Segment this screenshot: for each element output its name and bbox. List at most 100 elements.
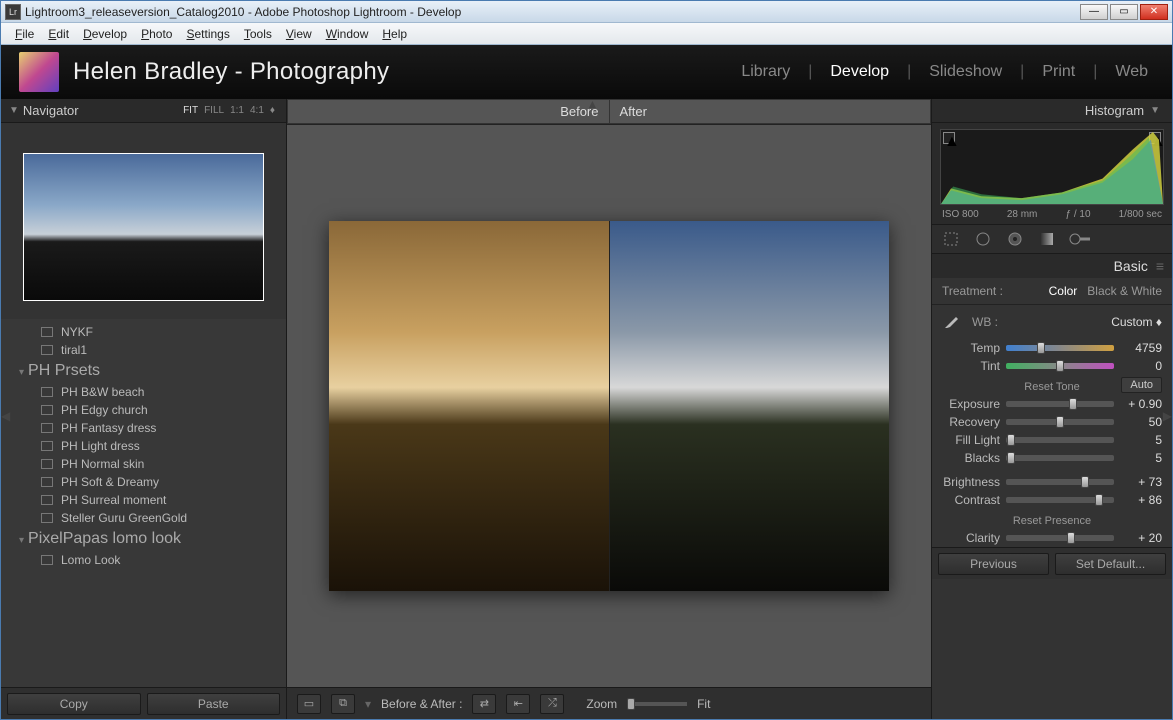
preset-item[interactable]: NYKF — [1, 323, 286, 341]
preset-icon — [41, 345, 53, 355]
tone-slider[interactable] — [1006, 437, 1114, 443]
zoom-slider[interactable] — [627, 702, 687, 706]
top-panel-toggle[interactable]: ▲ — [587, 99, 599, 111]
right-panel-toggle[interactable]: ▶ — [1163, 409, 1172, 423]
menu-help[interactable]: Help — [376, 25, 413, 43]
temp-slider[interactable] — [1006, 345, 1114, 351]
preset-item[interactable]: tiral1 — [1, 341, 286, 359]
preset-group[interactable]: PH Prsets — [1, 359, 286, 383]
previous-button[interactable]: Previous — [938, 553, 1049, 575]
spot-tool[interactable] — [972, 228, 994, 250]
tint-value[interactable]: 0 — [1120, 359, 1162, 373]
redeye-tool[interactable] — [1004, 228, 1026, 250]
preset-item[interactable]: PH Surreal moment — [1, 491, 286, 509]
tone-slider[interactable] — [1006, 497, 1114, 503]
tone-slider[interactable] — [1006, 455, 1114, 461]
maximize-button[interactable]: ▭ — [1110, 4, 1138, 20]
zoom-fill[interactable]: FILL — [201, 105, 227, 116]
swap-before-after-button[interactable]: ⇄ — [472, 694, 496, 714]
panel-switch-icon[interactable]: ≡ — [1156, 258, 1164, 274]
treatment-label: Treatment : — [942, 284, 1003, 298]
treatment-bw[interactable]: Black & White — [1087, 284, 1162, 298]
image-canvas[interactable] — [287, 125, 931, 687]
presence-value[interactable]: + 20 — [1120, 531, 1162, 545]
module-print[interactable]: Print — [1036, 61, 1081, 83]
preset-item[interactable]: PH Normal skin — [1, 455, 286, 473]
tone-slider[interactable] — [1006, 419, 1114, 425]
eyedropper-icon[interactable] — [942, 311, 964, 333]
tone-value[interactable]: 5 — [1120, 451, 1162, 465]
before-image — [329, 221, 609, 591]
hist-iso: ISO 800 — [942, 209, 979, 220]
temp-label: Temp — [942, 341, 1000, 355]
tone-slider[interactable] — [1006, 479, 1114, 485]
presence-slider[interactable] — [1006, 535, 1114, 541]
temp-value[interactable]: 4759 — [1120, 341, 1162, 355]
histogram-header[interactable]: Histogram ▼ — [932, 99, 1172, 123]
menu-photo[interactable]: Photo — [135, 25, 178, 43]
preset-item[interactable]: PH Fantasy dress — [1, 419, 286, 437]
hist-shutter: 1/800 sec — [1119, 209, 1162, 220]
brush-tool[interactable] — [1068, 228, 1090, 250]
tone-label: Blacks — [942, 451, 1000, 465]
preset-item[interactable]: PH B&W beach — [1, 383, 286, 401]
copy-before-to-after-button[interactable]: ⇤ — [506, 694, 530, 714]
basic-header[interactable]: Basic ≡ — [932, 254, 1172, 278]
module-slideshow[interactable]: Slideshow — [923, 61, 1008, 83]
navigator-preview[interactable] — [1, 123, 286, 319]
menu-tools[interactable]: Tools — [238, 25, 278, 43]
histogram-canvas[interactable]: ▲ ▲ — [940, 129, 1164, 205]
preset-item[interactable]: PH Edgy church — [1, 401, 286, 419]
left-panel: ▼ Navigator FIT FILL 1:1 4:1 ♦ NYKF tira… — [1, 99, 287, 719]
tone-value[interactable]: + 73 — [1120, 475, 1162, 489]
minimize-button[interactable]: — — [1080, 4, 1108, 20]
presence-label: Clarity — [942, 531, 1000, 545]
close-button[interactable]: ✕ — [1140, 4, 1168, 20]
module-library[interactable]: Library — [735, 61, 796, 83]
zoom-1to1[interactable]: 1:1 — [227, 105, 247, 116]
chevron-down-icon: ▼ — [1150, 105, 1160, 116]
menu-develop[interactable]: Develop — [77, 25, 133, 43]
module-develop[interactable]: Develop — [824, 61, 895, 83]
menu-edit[interactable]: Edit — [42, 25, 75, 43]
menu-window[interactable]: Window — [320, 25, 375, 43]
right-panel: Histogram ▼ ▲ ▲ ISO 800 — [931, 99, 1172, 719]
set-default-button[interactable]: Set Default... — [1055, 553, 1166, 575]
tint-slider[interactable] — [1006, 363, 1114, 369]
zoom-fit[interactable]: FIT — [180, 105, 201, 116]
zoom-4to1[interactable]: 4:1 — [247, 105, 267, 116]
preset-item[interactable]: Lomo Look — [1, 551, 286, 569]
preset-icon — [41, 555, 53, 565]
copy-button[interactable]: Copy — [7, 693, 141, 715]
tone-value[interactable]: 5 — [1120, 433, 1162, 447]
hist-aperture: ƒ / 10 — [1065, 209, 1090, 220]
identity-plate-text: Helen Bradley - Photography — [73, 58, 735, 86]
zoom-menu-icon[interactable]: ♦ — [267, 105, 278, 116]
grad-filter-tool[interactable] — [1036, 228, 1058, 250]
tint-label: Tint — [942, 359, 1000, 373]
paste-button[interactable]: Paste — [147, 693, 281, 715]
titlebar[interactable]: Lr Lightroom3_releaseversion_Catalog2010… — [1, 1, 1172, 23]
tone-value[interactable]: + 0.90 — [1120, 397, 1162, 411]
wb-select[interactable]: Custom ♦ — [1111, 315, 1162, 329]
tone-value[interactable]: 50 — [1120, 415, 1162, 429]
preset-group[interactable]: PixelPapas lomo look — [1, 527, 286, 551]
tone-value[interactable]: + 86 — [1120, 493, 1162, 507]
loupe-view-button[interactable]: ▭ — [297, 694, 321, 714]
tone-slider[interactable] — [1006, 401, 1114, 407]
crop-tool[interactable] — [940, 228, 962, 250]
module-web[interactable]: Web — [1109, 61, 1154, 83]
auto-tone-button[interactable]: Auto — [1121, 377, 1162, 393]
left-panel-toggle[interactable]: ◀ — [1, 409, 10, 423]
menu-settings[interactable]: Settings — [180, 25, 235, 43]
copy-after-to-before-button[interactable]: ⤮ — [540, 694, 564, 714]
menu-file[interactable]: File — [9, 25, 40, 43]
preset-item[interactable]: PH Light dress — [1, 437, 286, 455]
preset-item[interactable]: Steller Guru GreenGold — [1, 509, 286, 527]
menu-view[interactable]: View — [280, 25, 318, 43]
compare-view-button[interactable]: ⧉ — [331, 694, 355, 714]
preset-icon — [41, 459, 53, 469]
preset-item[interactable]: PH Soft & Dreamy — [1, 473, 286, 491]
treatment-color[interactable]: Color — [1049, 284, 1078, 298]
navigator-header[interactable]: ▼ Navigator FIT FILL 1:1 4:1 ♦ — [1, 99, 286, 123]
